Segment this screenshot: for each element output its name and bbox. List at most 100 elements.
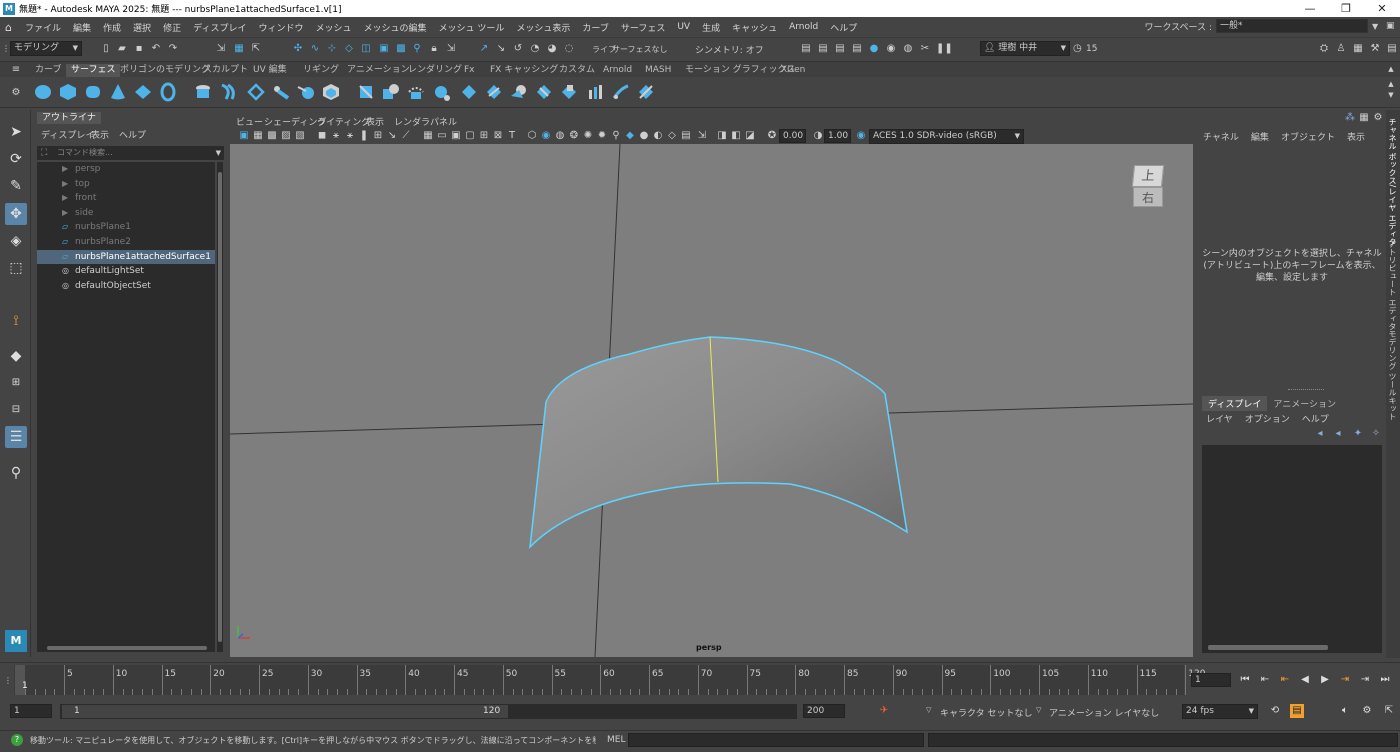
play-forward-icon[interactable]: ▶: [1318, 673, 1332, 687]
outliner-row-persp[interactable]: ▶ persp: [37, 162, 215, 176]
nurbs-sphere-icon[interactable]: [33, 82, 53, 102]
untrim-icon[interactable]: [534, 82, 554, 102]
layer-tab-display[interactable]: ディスプレイ: [1202, 396, 1268, 411]
outliner-layout-icon[interactable]: ☰: [5, 426, 27, 448]
go-to-end-icon[interactable]: ⏭: [1378, 673, 1392, 687]
xray-components-icon[interactable]: ◨: [716, 130, 728, 142]
time-ruler[interactable]: 1 5 10 15 20 25 30 35 40 45 50 55 60 65 70 75 80 85 90 95 1…: [14, 665, 1205, 695]
human-ik-icon[interactable]: ♙: [1335, 43, 1347, 55]
range-slider-handle[interactable]: [62, 705, 508, 718]
filter-icon[interactable]: ⛶: [41, 146, 47, 160]
credits-count[interactable]: 15: [1086, 44, 1097, 54]
snap-grid-icon[interactable]: ✣: [292, 43, 304, 55]
wireframe-on-shaded-icon[interactable]: ◍: [554, 130, 566, 142]
hypershade-icon[interactable]: ●: [868, 43, 880, 55]
grid-toggle-icon[interactable]: ⚹: [330, 130, 342, 142]
render-settings-icon[interactable]: ▤: [851, 43, 863, 55]
modeling-toolkit-icon[interactable]: ⛭: [1318, 43, 1330, 55]
exposure-field[interactable]: 0.00: [779, 129, 806, 143]
chevron-down-icon[interactable]: ▼: [216, 146, 221, 160]
shelf-tab-arnold[interactable]: Arnold: [598, 64, 637, 77]
menu-windows[interactable]: ウィンドウ: [252, 21, 309, 34]
outliner-row-default-light-set[interactable]: ◎ defaultLightSet: [37, 264, 215, 278]
mel-input[interactable]: [628, 733, 924, 747]
menu-file[interactable]: ファイル: [19, 21, 67, 34]
menu-surfaces[interactable]: サーフェス: [615, 21, 671, 34]
symmetry-label[interactable]: シンメトリ: オフ: [695, 43, 764, 56]
range-start-field[interactable]: 1: [10, 704, 52, 718]
channel-menu-edit[interactable]: 編集: [1251, 130, 1269, 143]
film-gate-icon[interactable]: ⚹: [344, 130, 356, 142]
menu-curves[interactable]: カーブ: [576, 21, 614, 34]
loft-icon[interactable]: [218, 82, 238, 102]
multisample-icon[interactable]: ●: [638, 130, 650, 142]
render-current-icon[interactable]: ◔: [529, 43, 541, 55]
workspace-dropdown[interactable]: 一般*: [1216, 19, 1368, 33]
new-scene-icon[interactable]: ▯: [100, 43, 112, 55]
sound-icon[interactable]: 🔈︎: [1338, 704, 1352, 718]
trim-tool-icon[interactable]: [509, 82, 529, 102]
auto-key-icon[interactable]: ✈: [877, 704, 891, 718]
resolution-toggle-icon[interactable]: ▣: [450, 130, 462, 142]
shelf-tab-fx-caching[interactable]: FX キャッシング: [485, 64, 563, 77]
xray-icon[interactable]: ▤: [680, 130, 692, 142]
last-tool-icon[interactable]: ⟟: [5, 310, 27, 332]
play-backward-icon[interactable]: ◀: [1298, 673, 1312, 687]
snap-surface-icon[interactable]: ◫: [360, 43, 372, 55]
snap-curve-icon[interactable]: ∿: [309, 43, 321, 55]
loop-icon[interactable]: ⟲: [1268, 704, 1282, 718]
home-icon[interactable]: ⌂: [5, 21, 19, 34]
open-close-surface-icon[interactable]: [431, 82, 451, 102]
shelf-tab-curves[interactable]: カーブ: [30, 64, 66, 77]
pause-icon[interactable]: ❚❚: [936, 43, 953, 55]
lasso-tool-icon[interactable]: ⟳: [5, 148, 27, 170]
backface-culling-icon[interactable]: ◧: [730, 130, 742, 142]
menu-display[interactable]: ディスプレイ: [187, 21, 252, 34]
menu-mesh[interactable]: メッシュ: [309, 21, 357, 34]
menu-edit[interactable]: 編集: [67, 21, 97, 34]
shelf-tab-rigging[interactable]: リギング: [298, 64, 344, 77]
shelf-scroll-down-icon[interactable]: ▼: [1385, 89, 1397, 101]
gamma-icon[interactable]: ◑: [812, 130, 824, 142]
menuset-dropdown[interactable]: モデリング ▼: [10, 41, 82, 56]
shelf-tab-surfaces[interactable]: サーフェス: [66, 64, 121, 77]
outliner-menu-display[interactable]: ディスプレイ: [41, 128, 94, 141]
resolution-gate-icon[interactable]: ❚: [358, 130, 370, 142]
outliner-search-input[interactable]: コマンド検索... ▼ ⛶: [37, 146, 224, 160]
planar-icon[interactable]: [246, 82, 266, 102]
film-gate-toggle-icon[interactable]: ▭: [436, 130, 448, 142]
undo-icon[interactable]: ↶: [150, 43, 162, 55]
shelf-tab-custom[interactable]: カスタム: [554, 64, 600, 77]
scrollbar-thumb[interactable]: [47, 646, 207, 650]
attribute-editor-toggle-icon[interactable]: ▦: [1358, 112, 1370, 124]
bevel-plus-icon[interactable]: [321, 82, 341, 102]
text-overlay-icon[interactable]: T: [506, 130, 518, 142]
move-layer-up-icon[interactable]: ◂: [1314, 428, 1326, 440]
channel-box-toggle-icon[interactable]: ⁂: [1344, 112, 1356, 124]
grease-pencil-icon[interactable]: ◼: [316, 130, 328, 142]
range-end-field[interactable]: 200: [803, 704, 845, 718]
outliner-row-side[interactable]: ▶ side: [37, 206, 215, 220]
animation-preferences-icon[interactable]: ⚙: [1360, 704, 1374, 718]
range-slider[interactable]: 1 120: [60, 704, 797, 719]
keyframe-preferences-icon[interactable]: ▤: [1290, 704, 1304, 718]
user-account-dropdown[interactable]: 👤︎ 理樹 中井 ▼: [980, 41, 1070, 56]
2d-pan-zoom-icon[interactable]: ▧: [294, 130, 306, 142]
side-tab-attribute-editor[interactable]: アトリビュート エディタ: [1387, 240, 1398, 331]
camera-attributes-icon[interactable]: ▦: [252, 130, 264, 142]
field-chart-icon[interactable]: ↘: [386, 130, 398, 142]
perspective-viewport[interactable]: persp: [230, 144, 1193, 657]
channel-box-icon[interactable]: ▤: [1386, 43, 1398, 55]
select-object-icon[interactable]: ▦: [233, 43, 245, 55]
attribute-editor-icon[interactable]: ▦: [1352, 43, 1364, 55]
step-forward-key-icon[interactable]: ⇥: [1358, 673, 1372, 687]
layer-menu-help[interactable]: ヘルプ: [1302, 412, 1329, 425]
viewport-menu-renderer[interactable]: レンダラ: [394, 115, 430, 128]
use-all-lights-icon[interactable]: ✺: [582, 130, 594, 142]
channel-menu-channels[interactable]: チャネル: [1203, 130, 1239, 143]
gamma-field[interactable]: 1.00: [824, 129, 851, 143]
nurbs-cylinder-icon[interactable]: [83, 82, 103, 102]
input-ops-icon[interactable]: ↗: [478, 43, 490, 55]
anim-layer-dropdown[interactable]: アニメーション レイヤなし: [1049, 706, 1159, 719]
new-layer-icon[interactable]: ✦: [1352, 428, 1364, 440]
